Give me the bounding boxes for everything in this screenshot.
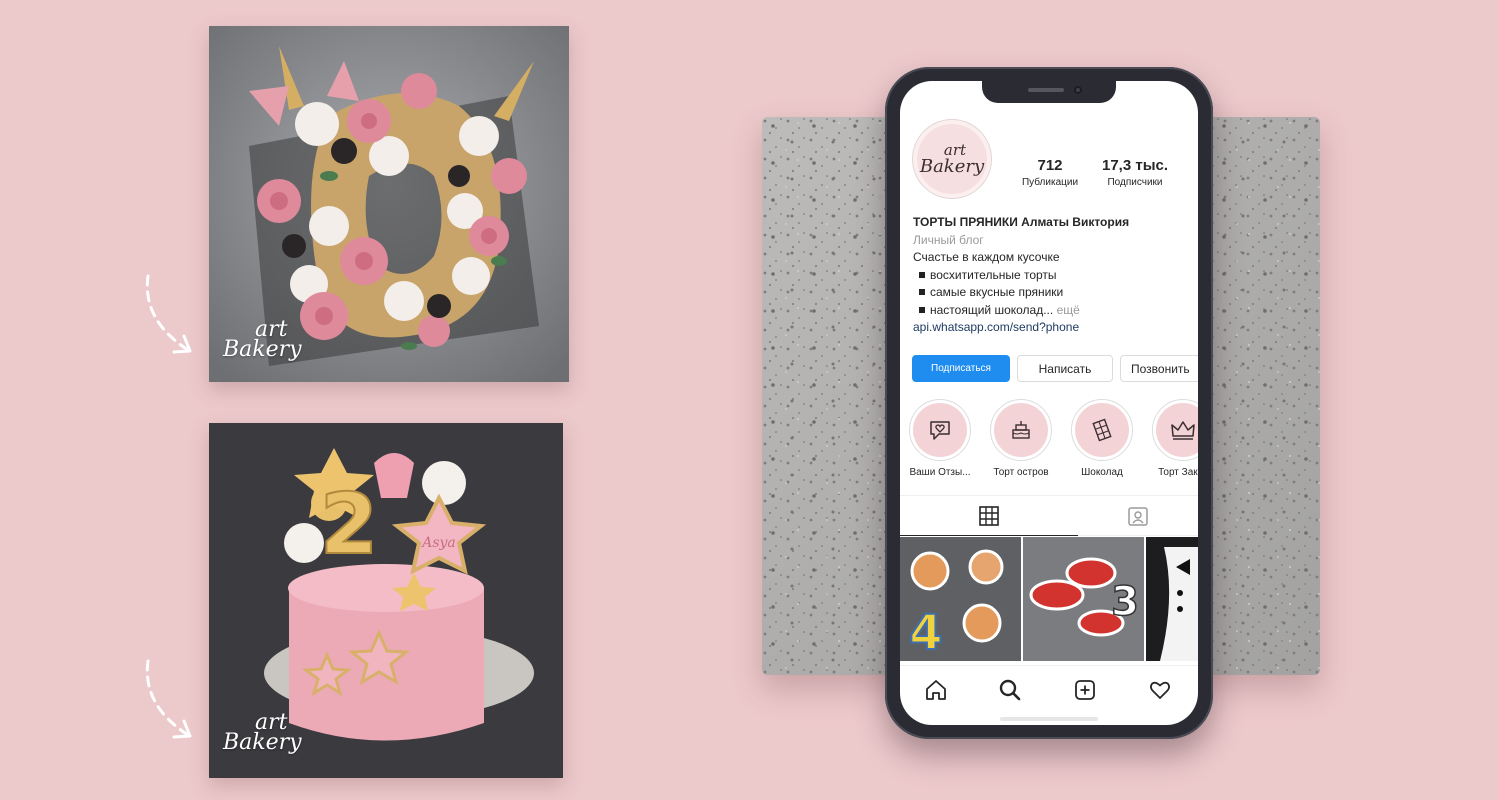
profile-avatar[interactable]: art Bakery <box>912 119 992 199</box>
nav-home-button[interactable] <box>922 676 950 704</box>
highlight-cover <box>994 403 1048 457</box>
grid-icon <box>979 505 999 526</box>
cake-photo-pink-birthday: Asya 2 art Bakery <box>209 423 563 778</box>
bio-bullet: восхитительные торты <box>913 267 1198 285</box>
cookies-cars-image: 3 <box>1023 537 1144 661</box>
highlight-ring <box>1152 399 1198 461</box>
speaker-grille <box>1028 88 1064 92</box>
profile-category: Личный блог <box>913 232 984 247</box>
highlight-chocolate[interactable]: Шоколад <box>1065 399 1139 478</box>
avatar-logo-line-2: Bakery <box>919 155 985 177</box>
instagram-profile: art Bakery 712 Публикации 17,3 тыс. Подп… <box>900 81 1198 725</box>
avatar-logo: art Bakery <box>917 124 987 194</box>
highlight-label: Ваши Отзы... <box>909 467 971 478</box>
tile-topper-number: 4 <box>909 605 942 661</box>
posts-stat[interactable]: 712 Публикации <box>1018 157 1082 188</box>
number-topper: 2 <box>320 475 378 573</box>
highlight-reviews[interactable]: Ваши Отзы... <box>903 399 977 478</box>
tab-posts-grid[interactable] <box>900 496 1078 536</box>
cake-photo-number-zero: art Bakery <box>209 26 569 382</box>
smartphone: art Bakery 712 Публикации 17,3 тыс. Подп… <box>885 67 1213 739</box>
highlight-island-cake[interactable]: Торт остров <box>984 399 1058 478</box>
tab-tagged[interactable] <box>1078 496 1198 536</box>
phone-screen: art Bakery 712 Публикации 17,3 тыс. Подп… <box>900 81 1198 725</box>
post-thumbnail[interactable] <box>1146 537 1198 661</box>
follow-button[interactable]: Подписаться <box>912 355 1010 382</box>
post-thumbnail[interactable]: 3 <box>1023 537 1144 661</box>
chat-heart-icon <box>930 421 950 440</box>
posts-grid: 4 3 <box>900 537 1198 661</box>
highlight-cover <box>1075 403 1129 457</box>
star-cookie-name: Asya <box>420 535 456 551</box>
bio-more-link[interactable]: ещё <box>1057 303 1080 317</box>
profile-name: ТОРТЫ ПРЯНИКИ Алматы Виктория <box>913 215 1130 229</box>
highlight-label: Торт остров <box>993 467 1049 478</box>
cake-icon <box>1012 421 1030 439</box>
highlight-cover <box>1156 403 1198 457</box>
profile-website-link[interactable]: api.whatsapp.com/send?phone <box>913 319 1198 337</box>
search-icon <box>999 679 1021 701</box>
home-icon <box>926 680 946 700</box>
highlight-label: Шоколад <box>1081 467 1123 478</box>
nav-search-button[interactable] <box>996 676 1024 704</box>
highlight-ring <box>1071 399 1133 461</box>
posts-count: 712 <box>1037 157 1063 174</box>
cookies-kittens-image: 4 <box>900 537 1021 661</box>
nav-activity-button[interactable] <box>1146 676 1174 704</box>
followers-count: 17,3 тыс. <box>1101 157 1169 174</box>
nav-add-button[interactable] <box>1071 676 1099 704</box>
highlight-label: Торт Заказ <box>1158 467 1198 478</box>
bio-bullet: самые вкусные пряники <box>913 284 1198 302</box>
curved-arrow-icon <box>145 274 192 354</box>
crown-icon <box>1171 421 1195 440</box>
heart-icon <box>1149 681 1171 699</box>
curved-arrow-icon <box>145 659 192 739</box>
bio-bullet-last: настоящий шоколад... ещё <box>913 302 1198 320</box>
followers-label: Подписчики <box>1107 177 1163 188</box>
bottom-navigation <box>900 665 1198 715</box>
tagged-person-icon <box>1128 506 1148 526</box>
highlight-ring <box>909 399 971 461</box>
bio-bullet-text: настоящий шоколад... <box>930 302 1054 317</box>
bio-tagline: Счастье в каждом кусочке <box>913 250 1060 264</box>
highlight-cover <box>913 403 967 457</box>
watermark-line-2: Bakery <box>223 336 302 362</box>
highlight-ring <box>990 399 1052 461</box>
highlight-cake-order[interactable]: Торт Заказ <box>1146 399 1198 478</box>
profile-tabs <box>900 495 1198 536</box>
posts-label: Публикации <box>1021 177 1079 188</box>
message-button[interactable]: Написать <box>1017 355 1113 382</box>
art-bakery-watermark: art Bakery <box>223 712 302 755</box>
home-indicator <box>1000 717 1098 721</box>
front-camera <box>1074 86 1082 94</box>
add-icon <box>1075 680 1095 700</box>
watermark-line-2: Bakery <box>223 729 302 755</box>
tuxedo-cake-image <box>1146 537 1198 661</box>
post-thumbnail[interactable]: 4 <box>900 537 1021 661</box>
call-button[interactable]: Позвонить <box>1120 355 1198 382</box>
profile-bio: ТОРТЫ ПРЯНИКИ Алматы Виктория Личный бло… <box>913 214 1198 337</box>
tile-topper-number: 3 <box>1111 579 1139 625</box>
art-bakery-watermark: art Bakery <box>223 319 302 362</box>
chocolate-icon <box>1092 418 1112 442</box>
followers-stat[interactable]: 17,3 тыс. Подписчики <box>1096 157 1174 188</box>
phone-notch <box>982 81 1116 103</box>
